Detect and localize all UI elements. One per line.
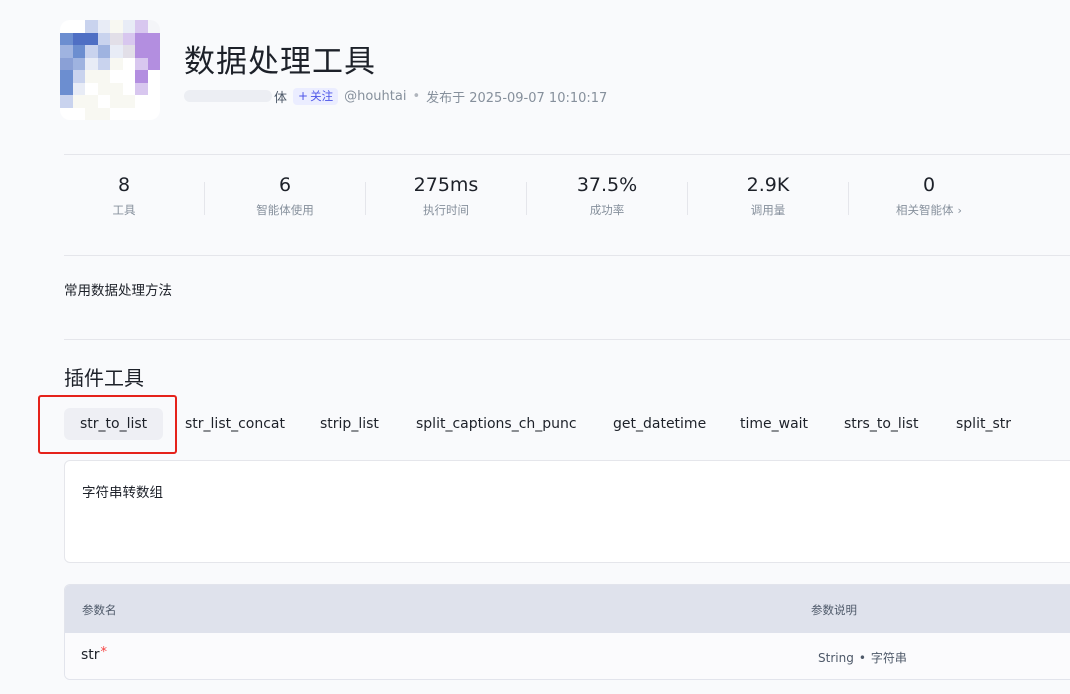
tab-time-wait[interactable]: time_wait — [740, 408, 808, 440]
stat-value: 8 — [117, 174, 131, 196]
stat-label: 工具 — [112, 203, 136, 217]
plus-icon: + — [298, 89, 309, 103]
table-header: 参数名 参数说明 — [65, 585, 1070, 633]
stat-agent-usage: 6 智能体使用 — [225, 170, 345, 218]
tool-description: 字符串转数组 — [82, 485, 163, 501]
stat-label: 智能体使用 — [256, 203, 314, 217]
stat-label: 执行时间 — [423, 203, 469, 217]
stat-value: 275ms — [413, 174, 479, 196]
stat-divider — [526, 182, 527, 215]
meta-separator: • — [412, 88, 421, 104]
column-header-param-name: 参数名 — [82, 603, 117, 617]
plugin-description: 常用数据处理方法 — [64, 283, 172, 299]
stat-value: 0 — [922, 174, 936, 196]
param-desc-text: 字符串 — [870, 651, 907, 665]
publish-date: 发布于 2025-09-07 10:10:17 — [426, 90, 608, 106]
stat-call-count: 2.9K 调用量 — [708, 170, 828, 218]
param-name: str* — [81, 645, 108, 663]
stat-value: 6 — [278, 174, 292, 196]
stat-value: 37.5% — [576, 174, 638, 196]
tab-strip-list[interactable]: strip_list — [320, 408, 379, 440]
stat-divider — [365, 182, 366, 215]
tab-strs-to-list[interactable]: strs_to_list — [844, 408, 918, 440]
divider — [64, 339, 1070, 340]
tab-get-datetime[interactable]: get_datetime — [613, 408, 706, 440]
dot-separator: • — [858, 651, 866, 665]
divider — [64, 154, 1070, 155]
author-handle: @houhtai — [344, 88, 407, 104]
stat-success-rate: 37.5% 成功率 — [547, 170, 667, 218]
stat-label[interactable]: 相关智能体 › — [869, 202, 989, 218]
tab-str-list-concat[interactable]: str_list_concat — [185, 408, 285, 440]
tab-split-str[interactable]: split_str — [956, 408, 1011, 440]
follow-label: 关注 — [310, 89, 334, 103]
table-row: str* String • 字符串 — [65, 633, 1070, 679]
param-name-text: str — [81, 647, 100, 663]
author-name[interactable]: 体 — [274, 87, 287, 106]
active-tab-highlight — [38, 395, 177, 454]
required-mark: * — [100, 645, 108, 660]
column-header-param-description: 参数说明 — [811, 603, 857, 617]
avatar — [60, 20, 160, 120]
stat-divider — [848, 182, 849, 215]
author-name-blurred — [184, 90, 272, 102]
divider — [64, 255, 1070, 256]
stat-divider — [687, 182, 688, 215]
stat-label: 调用量 — [750, 203, 786, 217]
stat-value: 2.9K — [746, 174, 790, 196]
stat-divider — [204, 182, 205, 215]
page-title: 数据处理工具 — [184, 44, 376, 80]
related-agents-label[interactable]: 相关智能体 — [896, 203, 954, 217]
tab-split-captions-ch-punc[interactable]: split_captions_ch_punc — [416, 408, 577, 440]
stat-label: 成功率 — [589, 203, 625, 217]
stat-exec-time: 275ms 执行时间 — [386, 170, 506, 218]
param-type: String — [818, 651, 854, 665]
tool-description-box: 字符串转数组 — [64, 460, 1070, 563]
author-meta: 体 + 关注 @houhtai • 发布于 2025-09-07 10:10:1… — [184, 86, 607, 106]
follow-button[interactable]: + 关注 — [293, 87, 339, 105]
stat-related-agents[interactable]: 0 相关智能体 › — [869, 170, 989, 218]
params-table: 参数名 参数说明 str* String • 字符串 — [64, 584, 1070, 680]
tools-section-title: 插件工具 — [64, 366, 144, 390]
stat-tools: 8 工具 — [64, 170, 184, 218]
param-description: String • 字符串 — [818, 649, 907, 666]
chevron-right-icon[interactable]: › — [958, 204, 962, 217]
stats-bar: 8 工具 6 智能体使用 275ms 执行时间 37.5% 成功率 2.9K 调… — [64, 170, 1070, 236]
